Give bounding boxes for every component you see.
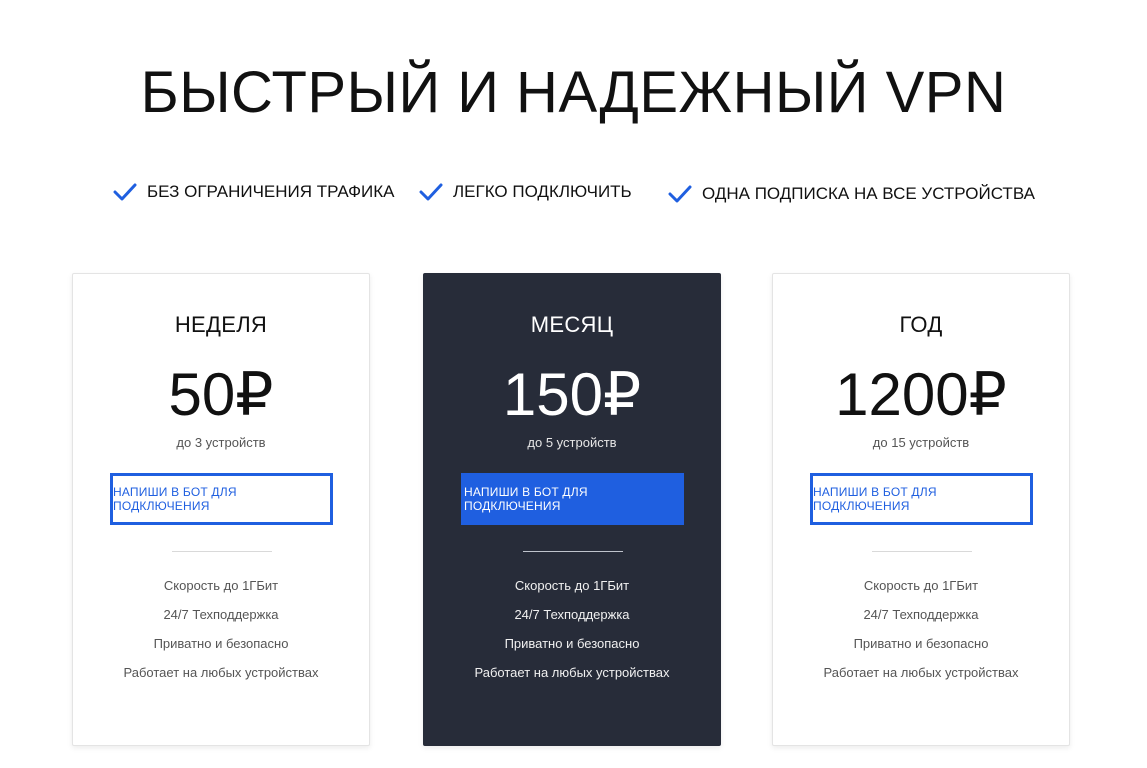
plan-card-year: ГОД 1200₽ до 15 устройств НАПИШИ В БОТ Д… — [772, 273, 1070, 746]
connect-bot-button[interactable]: НАПИШИ В БОТ ДЛЯ ПОДКЛЮЧЕНИЯ — [810, 473, 1033, 525]
feature-easy-connect: ЛЕГКО ПОДКЛЮЧИТЬ — [419, 182, 632, 202]
plan-card-week: НЕДЕЛЯ 50₽ до 3 устройств НАПИШИ В БОТ Д… — [72, 273, 370, 746]
plan-feature-list: Скорость до 1ГБит 24/7 Техподдержка Прив… — [424, 576, 720, 692]
divider — [523, 551, 623, 552]
plan-price: 150₽ — [502, 361, 642, 428]
divider — [872, 551, 972, 552]
plan-feature-item: Приватно и безопасно — [153, 636, 289, 651]
check-icon — [113, 183, 137, 201]
plan-feature-item: 24/7 Техподдержка — [514, 607, 630, 622]
plan-name: НЕДЕЛЯ — [174, 312, 268, 337]
page-title: БЫСТРЫЙ И НАДЕЖНЫЙ VPN — [140, 59, 1007, 125]
plan-feature-item: Приватно и безопасно — [504, 636, 640, 651]
check-icon — [419, 183, 443, 201]
feature-label: БЕЗ ОГРАНИЧЕНИЯ ТРАФИКА — [147, 182, 395, 201]
connect-bot-button[interactable]: НАПИШИ В БОТ ДЛЯ ПОДКЛЮЧЕНИЯ — [461, 473, 684, 525]
plan-feature-item: Работает на любых устройствах — [474, 665, 670, 680]
divider — [172, 551, 272, 552]
plan-feature-item: Работает на любых устройствах — [123, 665, 319, 680]
plan-feature-item: Приватно и безопасно — [853, 636, 989, 651]
plan-feature-item: 24/7 Техподдержка — [163, 607, 279, 622]
plan-feature-list: Скорость до 1ГБит 24/7 Техподдержка Прив… — [73, 576, 369, 692]
plan-devices: до 3 устройств — [176, 435, 266, 450]
check-icon — [668, 185, 692, 203]
feature-label: ЛЕГКО ПОДКЛЮЧИТЬ — [453, 182, 632, 201]
plan-name: ГОД — [899, 312, 943, 337]
plan-devices: до 15 устройств — [872, 435, 970, 450]
plan-feature-item: 24/7 Техподдержка — [863, 607, 979, 622]
plan-price: 50₽ — [168, 361, 274, 428]
feature-all-devices: ОДНА ПОДПИСКА НА ВСЕ УСТРОЙСТВА — [668, 184, 1035, 204]
feature-list: БЕЗ ОГРАНИЧЕНИЯ ТРАФИКА ЛЕГКО ПОДКЛЮЧИТЬ… — [0, 182, 1147, 212]
feature-label: ОДНА ПОДПИСКА НА ВСЕ УСТРОЙСТВА — [702, 184, 1035, 203]
plan-devices: до 5 устройств — [527, 435, 617, 450]
plan-feature-list: Скорость до 1ГБит 24/7 Техподдержка Прив… — [773, 576, 1069, 692]
connect-bot-button[interactable]: НАПИШИ В БОТ ДЛЯ ПОДКЛЮЧЕНИЯ — [110, 473, 333, 525]
plan-feature-item: Скорость до 1ГБит — [514, 578, 630, 593]
plan-feature-item: Скорость до 1ГБит — [163, 578, 279, 593]
feature-unlimited-traffic: БЕЗ ОГРАНИЧЕНИЯ ТРАФИКА — [113, 182, 395, 202]
plan-name: МЕСЯЦ — [530, 312, 614, 337]
plan-card-month: МЕСЯЦ 150₽ до 5 устройств НАПИШИ В БОТ Д… — [423, 273, 721, 746]
plan-feature-item: Скорость до 1ГБит — [863, 578, 979, 593]
plan-feature-item: Работает на любых устройствах — [823, 665, 1019, 680]
plan-price: 1200₽ — [835, 361, 1007, 428]
